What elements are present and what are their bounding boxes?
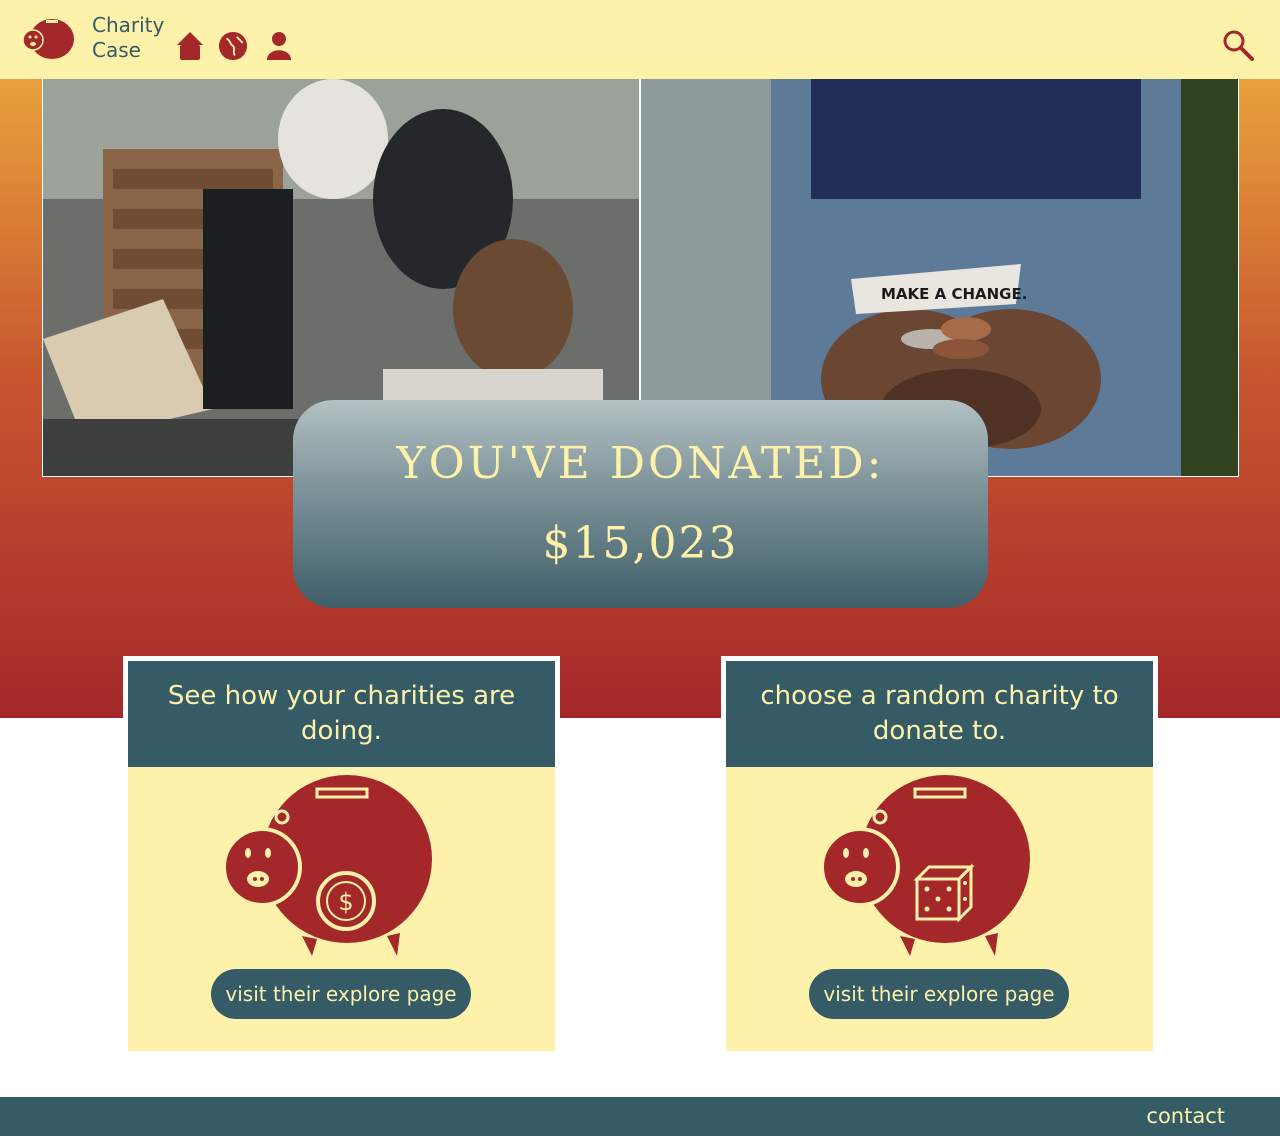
piggy-bank-dollar-icon: $ [222, 775, 432, 956]
visit-explore-button[interactable]: visit their explore page [809, 969, 1069, 1019]
card-body: $ visit their explore page [128, 767, 555, 1051]
brand-name[interactable]: Charity Case [92, 13, 164, 63]
card-body: visit their explore page [726, 767, 1153, 1051]
card-heading: See how your charities are doing. [128, 661, 555, 767]
donated-title: YOU'VE DONATED: [396, 438, 885, 489]
donated-amount: $15,023 [542, 518, 739, 569]
charities-progress-card: See how your charities are doing. $ visi… [123, 656, 560, 1056]
hero-section: MAKE A CHANGE. YOU'VE DONATED: $15,023 [0, 79, 1280, 718]
brand-line-1: Charity [92, 13, 165, 37]
piggy-bank-logo-icon[interactable] [22, 15, 76, 61]
contact-link[interactable]: contact [1146, 1104, 1225, 1128]
profile-icon[interactable] [264, 30, 294, 62]
search-icon[interactable] [1222, 29, 1254, 61]
home-icon[interactable] [175, 30, 205, 62]
visit-explore-button[interactable]: visit their explore page [211, 969, 471, 1019]
card-heading: choose a random charity to donate to. [726, 661, 1153, 767]
globe-icon[interactable] [218, 30, 248, 62]
brand-line-2: Case [92, 38, 141, 62]
top-nav: Charity Case [0, 0, 1280, 79]
piggy-bank-dice-icon [820, 775, 1030, 956]
random-charity-card: choose a random charity to donate to. vi… [721, 656, 1158, 1056]
donated-total-panel: YOU'VE DONATED: $15,023 [293, 400, 988, 608]
footer: contact [0, 1097, 1280, 1136]
make-a-change-note: MAKE A CHANGE. [881, 285, 1027, 303]
svg-text:$: $ [338, 888, 353, 916]
